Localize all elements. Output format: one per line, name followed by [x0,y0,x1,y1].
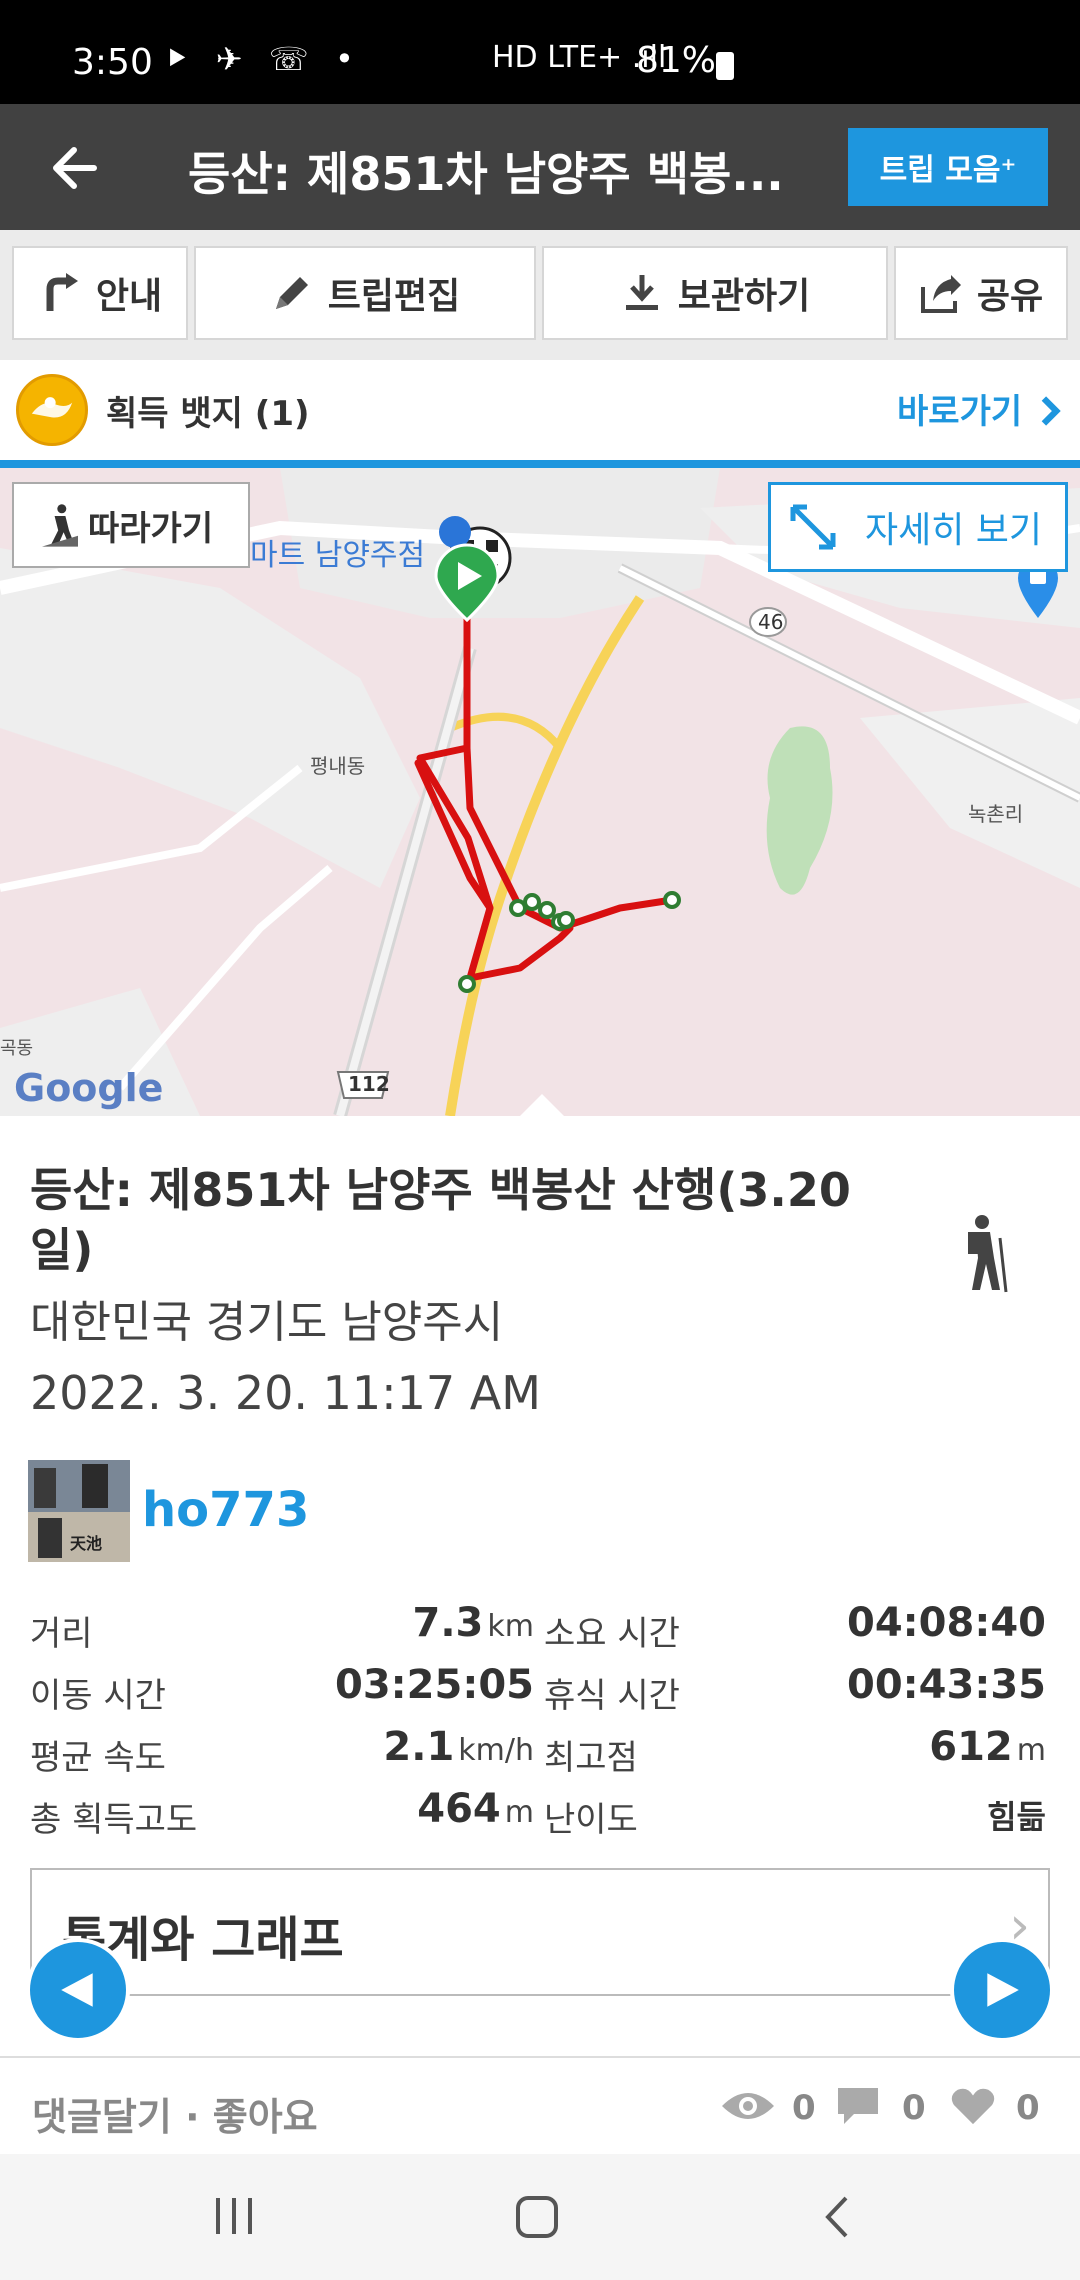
avatar-caption: 天池 [70,1534,103,1553]
map-label-road112: 112 [348,1072,390,1096]
action-toolbar: 안내 트립편집 보관하기 공유 [0,230,1080,360]
edit-trip-button[interactable]: 트립편집 [194,246,536,340]
max-altitude-value: 612 m [929,1724,1046,1770]
moving-time-label: 이동 시간 [30,1676,166,1716]
comment-icon [838,2088,878,2124]
turn-sign-icon [46,273,78,311]
page-title: 등산: 제851차 남양주 백봉... [188,147,784,201]
status-time: 3:50 [72,42,153,83]
play-left-icon [61,1973,93,2007]
trip-datetime: 2022. 3. 20. 11:17 AM [30,1366,541,1420]
shortcut-label: 바로가기 [897,392,1023,432]
previous-trip-button[interactable] [26,1938,130,2042]
share-button[interactable]: 공유 [894,246,1068,340]
back-nav-icon[interactable] [822,2194,852,2240]
detail-view-label: 자세히 보기 [865,510,1043,551]
username-link[interactable]: ho773 [142,1482,309,1538]
notification-icons: ⯈ ✈ ☏ • [164,40,362,78]
badge-shortcut-link[interactable]: 바로가기 [897,384,1062,433]
rest-time-value: 00:43:35 [847,1662,1046,1708]
trip-collection-button[interactable]: 트립 모음⁺ [848,128,1048,206]
elevation-gain-label: 총 획득고도 [30,1800,198,1840]
map-label-pyeongnae: 평내동 [310,754,366,778]
distance-value: 7.3 km [412,1600,534,1646]
eye-icon [722,2093,774,2119]
follow-button[interactable]: 따라가기 [12,482,250,568]
map-label-mart: 마트 남양주점 [250,538,426,573]
user-avatar[interactable]: 天池 [28,1460,130,1562]
play-right-icon [987,1973,1019,2007]
edit-trip-label: 트립편집 [327,276,461,317]
moving-time-value: 03:25:05 [335,1662,534,1708]
badge-label: 획득 뱃지 (1) [106,394,310,434]
map-pointer [520,1094,564,1116]
route-map[interactable]: 마트 남양주점 평내동 녹촌리 46 112 곡동 Google 따라가기 자세… [0,468,1080,1116]
home-icon[interactable] [514,2194,560,2240]
trip-info-panel: 등산: 제851차 남양주 백봉산 산행(3.20 일) 대한민국 경기도 남양… [0,1094,1080,2056]
app-header: 등산: 제851차 남양주 백봉... 트립 모음⁺ [0,104,1080,230]
battery-icon [716,52,734,80]
badge-medal-icon [16,374,88,446]
status-bar: 3:50 ⯈ ✈ ☏ • HD LTE+ .ıll 81% [0,0,1080,104]
trip-title: 등산: 제851차 남양주 백봉산 산행(3.20 일) [30,1163,851,1277]
follow-label: 따라가기 [88,508,214,549]
map-label-road46: 46 [758,610,784,634]
stats-graph-section[interactable]: 통계와 그래프 › [30,1868,1050,1996]
chevron-right-icon [1041,396,1061,426]
map-label-nokchon: 녹촌리 [968,802,1024,826]
share-icon [920,275,961,313]
download-icon [625,275,658,310]
duration-label: 소요 시간 [544,1614,680,1654]
elevation-gain-value: 464 m [417,1786,534,1832]
expand-icon [790,504,836,550]
back-arrow-icon[interactable] [46,138,106,198]
system-navigation-bar [0,2154,1080,2280]
comment-like-link[interactable]: 댓글달기 · 좋아요 [32,2086,318,2141]
distance-label: 거리 [30,1614,93,1654]
heart-icon [951,2088,995,2125]
duration-value: 04:08:40 [847,1600,1046,1646]
like-count: 0 [1016,2088,1040,2128]
rest-time-label: 휴식 시간 [544,1676,680,1716]
guide-button[interactable]: 안내 [12,246,188,340]
comment-count: 0 [902,2088,926,2128]
battery-level: 81% [636,40,717,81]
recent-apps-icon[interactable] [212,2196,256,2236]
difficulty-value: 힘듦 [987,1798,1046,1836]
google-logo: Google [14,1066,164,1110]
comment-bar: 댓글달기 · 좋아요 0 0 0 [0,2056,1080,2156]
max-altitude-label: 최고점 [544,1738,638,1778]
share-label: 공유 [976,276,1044,317]
avg-speed-value: 2.1 km/h [383,1724,534,1770]
trip-location: 대한민국 경기도 남양주시 [30,1297,504,1348]
detail-view-button[interactable]: 자세히 보기 [768,482,1068,572]
guide-label: 안내 [95,276,163,317]
badge-row[interactable]: 획득 뱃지 (1) 바로가기 [0,360,1080,468]
save-button[interactable]: 보관하기 [542,246,888,340]
save-label: 보관하기 [677,276,811,317]
avg-speed-label: 평균 속도 [30,1738,166,1778]
view-count: 0 [792,2088,816,2128]
walker-icon [42,504,78,547]
difficulty-label: 난이도 [544,1800,638,1840]
hiker-icon [960,1214,1014,1294]
map-label-gokdong: 곡동 [0,1038,34,1059]
next-trip-button[interactable] [950,1938,1054,2042]
pencil-icon [275,277,308,309]
